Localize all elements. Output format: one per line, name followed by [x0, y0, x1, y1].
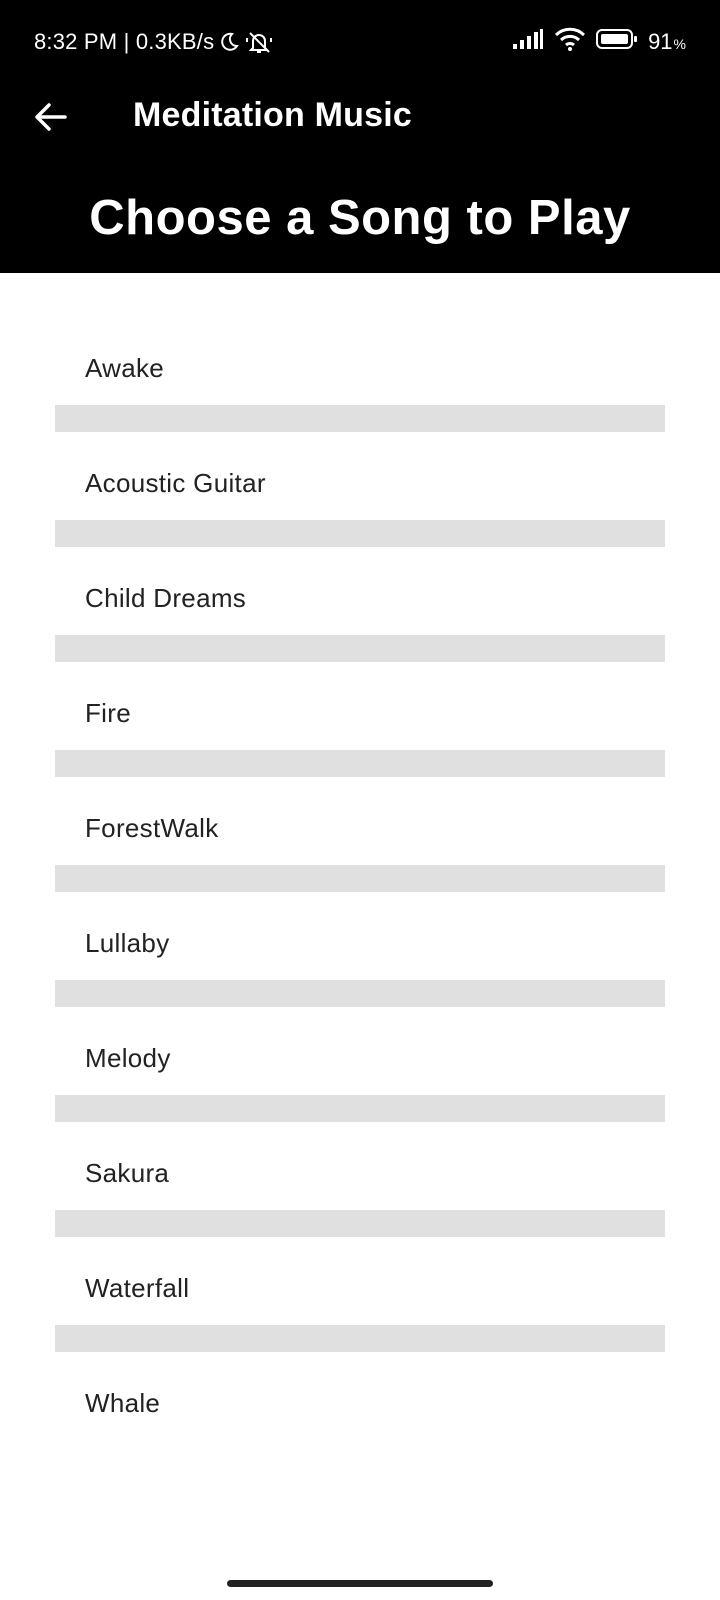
header: 8:32 PM | 0.3KB/s 91 % Meditation Music …: [0, 0, 720, 273]
status-right: 91%: [512, 27, 686, 57]
song-label: Whale: [85, 1388, 161, 1418]
song-item-fire[interactable]: Fire: [55, 662, 665, 777]
song-label: ForestWalk: [85, 813, 219, 843]
battery-percent-sign: %: [673, 36, 686, 52]
list-divider: [55, 1210, 665, 1237]
list-divider: [55, 865, 665, 892]
battery-level: 91%: [648, 29, 686, 55]
song-item-awake[interactable]: Awake: [55, 317, 665, 432]
list-divider: [55, 1095, 665, 1122]
toolbar: Meditation Music: [0, 84, 720, 148]
moon-icon: [218, 31, 240, 53]
battery-level-value: 91: [648, 29, 673, 54]
toolbar-title: Meditation Music: [133, 96, 412, 134]
song-item-lullaby[interactable]: Lullaby: [55, 892, 665, 1007]
song-item-whale[interactable]: Whale: [55, 1352, 665, 1467]
song-list: Awake Acoustic Guitar Child Dreams Fire …: [55, 317, 665, 1467]
screen: 8:32 PM | 0.3KB/s 91 % Meditation Music …: [0, 0, 720, 1600]
song-item-acoustic-guitar[interactable]: Acoustic Guitar: [55, 432, 665, 547]
song-label: Fire: [85, 698, 131, 728]
song-label: Awake: [85, 353, 165, 383]
song-label: Child Dreams: [85, 583, 247, 613]
song-label: Acoustic Guitar: [85, 468, 266, 498]
battery-icon: [596, 28, 638, 56]
song-item-forestwalk[interactable]: ForestWalk: [55, 777, 665, 892]
page-title: Choose a Song to Play: [89, 191, 631, 245]
song-label: Lullaby: [85, 928, 170, 958]
song-item-waterfall[interactable]: Waterfall: [55, 1237, 665, 1352]
list-divider: [55, 750, 665, 777]
song-label: Sakura: [85, 1158, 170, 1188]
song-item-melody[interactable]: Melody: [55, 1007, 665, 1122]
list-divider: [55, 1325, 665, 1352]
song-item-sakura[interactable]: Sakura: [55, 1122, 665, 1237]
list-divider: [55, 635, 665, 662]
signal-icon: [512, 28, 544, 56]
wifi-icon: [554, 27, 586, 57]
list-divider: [55, 405, 665, 432]
song-item-child-dreams[interactable]: Child Dreams: [55, 547, 665, 662]
song-label: Waterfall: [85, 1273, 190, 1303]
status-time: 8:32 PM | 0.3KB/s: [34, 29, 215, 54]
mute-icon: [244, 30, 274, 54]
status-bar: 8:32 PM | 0.3KB/s 91 %: [0, 0, 720, 84]
list-divider: [55, 980, 665, 1007]
song-label: Melody: [85, 1043, 171, 1073]
status-left: 8:32 PM | 0.3KB/s: [34, 27, 274, 57]
list-divider: [55, 520, 665, 547]
home-indicator[interactable]: [227, 1580, 493, 1587]
arrow-left-icon: [35, 103, 67, 131]
back-button[interactable]: [26, 92, 76, 142]
